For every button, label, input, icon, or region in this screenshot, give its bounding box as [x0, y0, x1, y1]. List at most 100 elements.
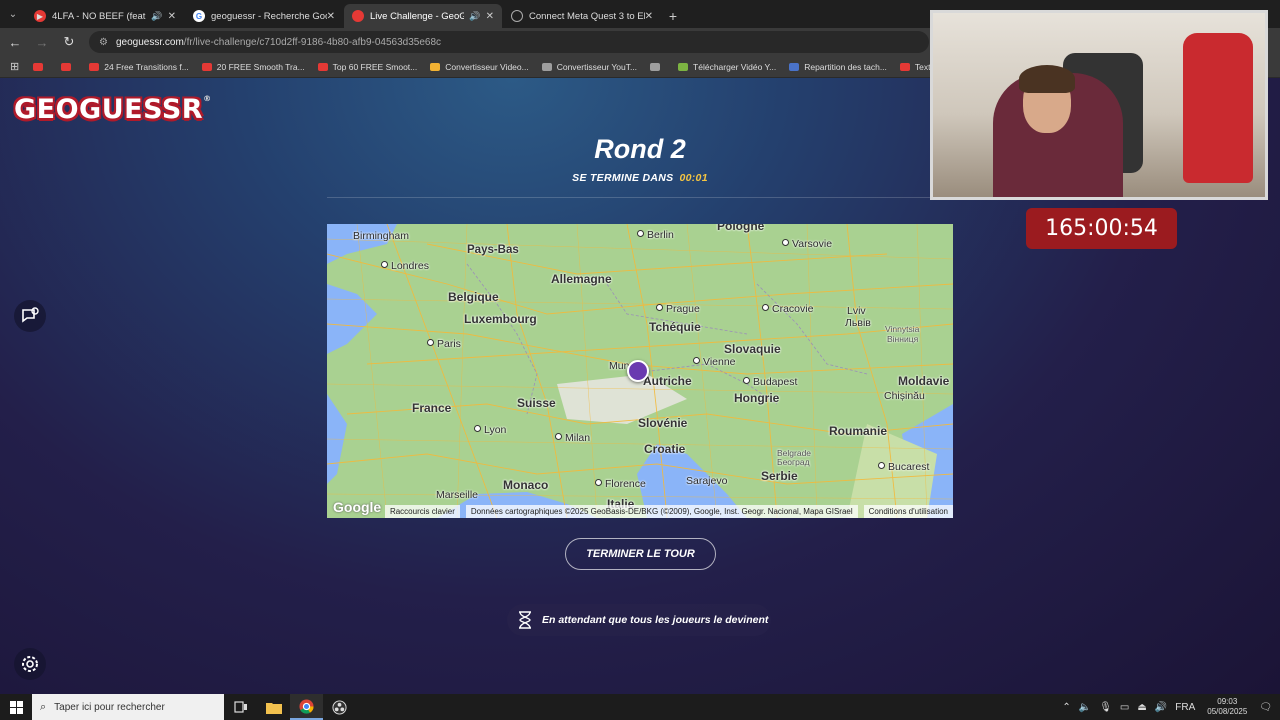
forward-arrow-icon[interactable]: →: [30, 30, 54, 54]
guess-map[interactable]: Pays-Bas Allemagne Belgique Luxembourg T…: [327, 224, 953, 518]
apps-grid-icon[interactable]: ⊞: [10, 60, 19, 73]
system-tray: ⌃ 🔈 🎙 ▭ ⏏ 🔊 FRA 09:03 05/08/2025 🗨: [1058, 694, 1280, 720]
keyboard-shortcuts-link[interactable]: Raccourcis clavier: [384, 505, 460, 518]
back-arrow-icon[interactable]: ←: [3, 30, 27, 54]
new-tab-button[interactable]: +: [662, 4, 684, 28]
bookmark-item[interactable]: [61, 62, 76, 71]
tab-google-search[interactable]: G geoguessr - Recherche Google ✕: [185, 4, 343, 28]
taskbar-clock[interactable]: 09:03 05/08/2025: [1207, 697, 1247, 717]
globe-favicon-icon: [511, 10, 523, 22]
bookmark-item[interactable]: Convertisseur Video...: [430, 61, 529, 72]
volume-icon[interactable]: 🔊: [1155, 702, 1167, 713]
google-favicon-icon: G: [193, 10, 205, 22]
bookmark-favicon-icon: [430, 62, 441, 71]
waiting-status: En attendant que tous les joueurs le dev…: [507, 604, 771, 636]
waiting-text: En attendant que tous les joueurs le dev…: [542, 614, 769, 626]
task-view-icon[interactable]: [224, 694, 257, 720]
tab-youtube-music[interactable]: ▶ 4LFA - NO BEEF (feat. KTYB 🔊 ✕: [26, 4, 184, 28]
player-guess-marker[interactable]: [627, 360, 649, 382]
speaker-icon[interactable]: 🔊: [469, 11, 480, 22]
close-tab-icon[interactable]: ✕: [486, 11, 494, 22]
bookmark-item[interactable]: Convertisseur YouT...: [541, 61, 638, 72]
map-label: Berlin: [637, 229, 674, 241]
map-label: Londres: [381, 260, 429, 272]
chat-icon: [22, 307, 39, 323]
bookmark-label: Convertisseur Video...: [445, 61, 529, 72]
tab-title: Connect Meta Quest 3 to Elgato: [529, 10, 645, 22]
speaker-icon[interactable]: 🔈: [1079, 702, 1091, 713]
close-tab-icon[interactable]: ✕: [168, 11, 176, 22]
reload-icon[interactable]: ↻: [57, 30, 81, 54]
map-label: Hongrie: [734, 391, 780, 405]
webcam-overlay: [930, 10, 1268, 200]
map-label: Lyon: [474, 424, 506, 436]
map-data-credit: Données cartographiques ©2025 GeoBasis-D…: [465, 505, 858, 518]
network-icon[interactable]: ▭: [1120, 702, 1129, 713]
map-label: France: [412, 401, 452, 415]
url-path: /fr/live-challenge/c710d2ff-9186-4b80-af…: [183, 36, 442, 48]
tab-meta-quest[interactable]: Connect Meta Quest 3 to Elgato ✕: [503, 4, 661, 28]
close-tab-icon[interactable]: ✕: [645, 11, 653, 22]
map-label: Autriche: [643, 374, 692, 388]
chrome-icon[interactable]: [290, 694, 323, 720]
youtube-favicon-icon: ▶: [34, 10, 46, 22]
bookmark-favicon-icon: [201, 62, 212, 71]
chat-button[interactable]: [14, 300, 46, 332]
clock-date: 05/08/2025: [1207, 707, 1248, 716]
end-round-button[interactable]: TERMINER LE TOUR: [565, 538, 716, 570]
chevron-up-icon[interactable]: ⌃: [1062, 702, 1070, 713]
terms-link[interactable]: Conditions d'utilisation: [863, 505, 953, 518]
search-placeholder: Taper ici pour rechercher: [54, 701, 165, 713]
tab-search-icon[interactable]: ⌄: [0, 0, 26, 28]
bookmark-item[interactable]: 24 Free Transitions f...: [89, 62, 189, 72]
bookmark-item[interactable]: 20 FREE Smooth Tra...: [201, 61, 305, 72]
map-label: Lviv: [847, 305, 866, 317]
map-label: Varsovie: [782, 238, 832, 250]
map-label: Suisse: [517, 396, 556, 410]
bookmark-item[interactable]: [650, 62, 665, 71]
map-label: Pologne: [717, 224, 765, 233]
windows-taskbar: ⌕ Taper ici pour rechercher ⌃ 🔈 🎙 ▭ ⏏ 🔊 …: [0, 694, 1280, 720]
obs-icon[interactable]: [323, 694, 356, 720]
map-label: Vienne: [693, 356, 736, 368]
map-label: Pays-Bas: [467, 244, 519, 256]
speaker-icon[interactable]: 🔊: [151, 11, 162, 22]
map-label: Cracovie: [762, 303, 813, 315]
map-label: Slovénie: [638, 416, 688, 430]
bookmark-favicon-icon: [678, 62, 689, 71]
bookmark-item[interactable]: Repartition des tach...: [789, 62, 887, 72]
file-explorer-icon[interactable]: [257, 694, 290, 720]
bookmark-favicon-icon: [789, 62, 800, 71]
address-bar[interactable]: ⚙ geoguessr.com/fr/live-challenge/c710d2…: [89, 31, 929, 53]
map-label: Vinnytsia: [885, 324, 920, 334]
map-label: Bucarest: [878, 461, 929, 473]
url-domain: geoguessr.com: [115, 36, 184, 48]
map-label: Prague: [656, 303, 700, 315]
notification-icon[interactable]: 🗨: [1259, 702, 1272, 713]
microphone-icon[interactable]: 🎙: [1099, 702, 1112, 713]
bookmark-label: Convertisseur YouT...: [556, 61, 638, 72]
bookmark-item[interactable]: Télécharger Vidéo Y...: [678, 62, 776, 72]
gear-icon: [22, 656, 38, 672]
map-label: Roumanie: [829, 424, 888, 438]
map-label: Croatie: [644, 442, 686, 456]
settings-button[interactable]: [14, 648, 46, 680]
site-info-icon[interactable]: ⚙: [99, 37, 108, 48]
map-label: Београд: [777, 457, 810, 467]
bookmark-label: Repartition des tach...: [804, 61, 887, 72]
bookmark-label: 20 FREE Smooth Tra...: [216, 61, 305, 72]
map-label: Львів: [845, 317, 871, 329]
bookmark-item[interactable]: Top 60 FREE Smoot...: [317, 62, 417, 72]
taskbar-search-input[interactable]: ⌕ Taper ici pour rechercher: [32, 694, 224, 720]
map-label: Sarajevo: [686, 475, 728, 487]
usb-icon[interactable]: ⏏: [1137, 702, 1146, 713]
close-tab-icon[interactable]: ✕: [327, 11, 335, 22]
tab-title: 4LFA - NO BEEF (feat. KTYB: [52, 10, 147, 22]
language-indicator[interactable]: FRA: [1175, 702, 1195, 713]
map-label: Belgique: [448, 290, 499, 304]
windows-start-icon[interactable]: [0, 694, 32, 720]
map-label: Milan: [555, 432, 590, 444]
tab-geoguessr[interactable]: Live Challenge - GeoGuessr 🔊 ✕: [344, 4, 502, 28]
bookmark-item[interactable]: [33, 62, 48, 71]
geoguessr-logo[interactable]: GEOGUESSR®: [14, 94, 212, 125]
